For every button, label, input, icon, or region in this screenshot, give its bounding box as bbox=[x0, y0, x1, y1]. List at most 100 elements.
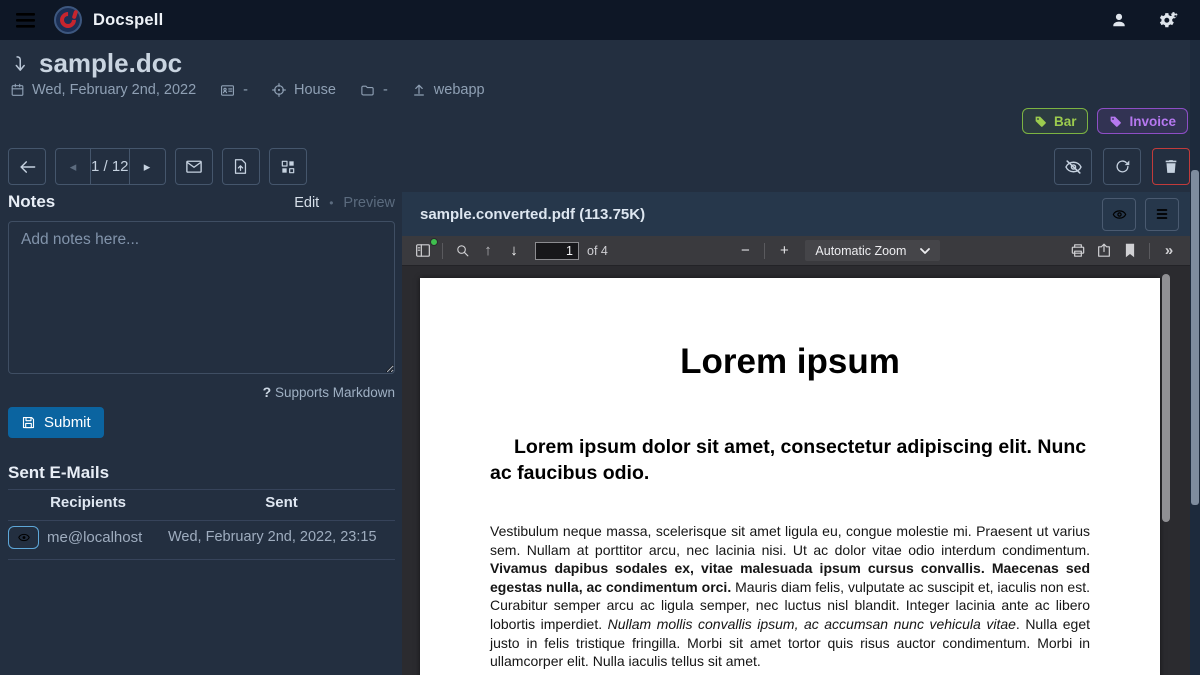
pdf-page: Lorem ipsum Lorem ipsum dolor sit amet, … bbox=[420, 278, 1160, 675]
folder-value: - bbox=[383, 82, 388, 98]
grid-button[interactable] bbox=[269, 148, 307, 185]
pdf-document-paragraph: Vestibulum neque massa, scelerisque sit … bbox=[490, 522, 1090, 671]
trash-icon bbox=[1163, 158, 1179, 175]
eye-slash-icon bbox=[1064, 159, 1083, 175]
pdf-scrollbar-thumb[interactable] bbox=[1162, 274, 1170, 522]
save-icon bbox=[21, 415, 36, 430]
tag-label: Bar bbox=[1054, 114, 1077, 129]
item-position-label: 1 / 12 bbox=[91, 148, 130, 185]
tag-label: Invoice bbox=[1129, 114, 1176, 129]
docspell-logo[interactable] bbox=[54, 6, 82, 34]
attachment-menu-button[interactable] bbox=[1145, 198, 1179, 231]
menu-lines-icon bbox=[1155, 208, 1169, 220]
pdf-next-page-button[interactable]: ↓ bbox=[501, 239, 527, 263]
source-value: webapp bbox=[434, 82, 485, 98]
top-navbar: Docspell bbox=[0, 0, 1200, 40]
user-icon[interactable] bbox=[1106, 7, 1132, 33]
attachment-header: sample.converted.pdf (113.75K) bbox=[402, 192, 1190, 236]
sidebar-notification-dot bbox=[430, 238, 438, 246]
zoom-out-button[interactable]: − bbox=[732, 239, 758, 263]
eye-icon bbox=[17, 532, 31, 543]
pdf-more-tools-button[interactable]: » bbox=[1156, 239, 1182, 263]
correspondent-icon bbox=[219, 83, 236, 98]
mail-recipient: me@localhost bbox=[47, 529, 168, 546]
prev-item-button[interactable]: ◂ bbox=[55, 148, 91, 185]
pdf-bookmark-button[interactable] bbox=[1117, 239, 1143, 263]
notes-heading: Notes bbox=[8, 192, 55, 212]
file-upload-icon bbox=[233, 158, 248, 175]
gears-icon[interactable] bbox=[1156, 7, 1182, 33]
refresh-icon bbox=[1114, 158, 1131, 175]
pdf-viewer: Lorem ipsum Lorem ipsum dolor sit amet, … bbox=[402, 266, 1190, 675]
attachment-panel: sample.converted.pdf (113.75K) ↑ ↓ bbox=[402, 192, 1190, 675]
pdf-save-button[interactable] bbox=[1091, 239, 1117, 263]
page-scrollbar-thumb[interactable] bbox=[1191, 170, 1199, 505]
toolbar-separator bbox=[764, 243, 765, 259]
pdf-search-button[interactable] bbox=[449, 239, 475, 263]
pdf-page-count: of 4 bbox=[587, 244, 608, 258]
delete-button[interactable] bbox=[1152, 148, 1190, 185]
markdown-hint-link[interactable]: ? Supports Markdown bbox=[8, 384, 395, 400]
notes-link-separator: • bbox=[329, 196, 333, 210]
view-mail-button[interactable] bbox=[8, 526, 39, 549]
item-pagination: ◂ 1 / 12 ▸ bbox=[55, 148, 166, 185]
zoom-level-select[interactable]: Automatic Zoom bbox=[805, 240, 940, 261]
source-icon bbox=[411, 82, 427, 98]
file-download-icon bbox=[10, 53, 30, 75]
pdf-prev-page-button[interactable]: ↑ bbox=[475, 239, 501, 263]
pdf-page-input[interactable] bbox=[535, 242, 579, 260]
add-files-button[interactable] bbox=[222, 148, 260, 185]
sidebar-panel-icon bbox=[415, 243, 431, 258]
notes-and-mails-panel: Notes Edit • Preview ? Supports Markdown… bbox=[8, 192, 395, 560]
page-title: sample.doc bbox=[39, 48, 182, 79]
submit-notes-button[interactable]: Submit bbox=[8, 407, 104, 438]
mail-sent-date: Wed, February 2nd, 2022, 23:15 bbox=[168, 529, 395, 545]
concerning-value: House bbox=[294, 82, 336, 98]
mail-icon bbox=[185, 159, 203, 174]
sent-mails-header-row: Recipients Sent bbox=[8, 490, 395, 514]
back-button[interactable] bbox=[8, 148, 46, 185]
sent-mail-row: me@localhost Wed, February 2nd, 2022, 23… bbox=[8, 521, 395, 553]
toolbar-separator bbox=[442, 243, 443, 259]
notes-preview-link[interactable]: Preview bbox=[343, 195, 395, 211]
reload-button[interactable] bbox=[1103, 148, 1141, 185]
menu-icon[interactable] bbox=[11, 6, 39, 34]
correspondent-value: - bbox=[243, 82, 248, 98]
tag-invoice[interactable]: Invoice bbox=[1097, 108, 1188, 134]
tag-bar[interactable]: Bar bbox=[1022, 108, 1089, 134]
search-icon bbox=[455, 243, 470, 258]
chevron-down-icon bbox=[920, 248, 930, 254]
help-icon: ? bbox=[263, 384, 272, 400]
calendar-icon bbox=[10, 82, 25, 98]
notes-input[interactable] bbox=[8, 221, 395, 374]
item-toolbar: ◂ 1 / 12 ▸ bbox=[8, 148, 1190, 185]
unconfirm-button[interactable] bbox=[1054, 148, 1092, 185]
column-sent: Sent bbox=[168, 494, 395, 511]
attachment-view-button[interactable] bbox=[1102, 198, 1136, 231]
item-date: Wed, February 2nd, 2022 bbox=[32, 82, 196, 98]
toolbar-separator bbox=[1149, 243, 1150, 259]
next-item-button[interactable]: ▸ bbox=[130, 148, 166, 185]
eye-icon bbox=[1111, 208, 1128, 221]
bookmark-icon bbox=[1124, 243, 1136, 258]
tag-icon bbox=[1109, 115, 1122, 128]
brand-title[interactable]: Docspell bbox=[93, 11, 163, 30]
attachment-filename: sample.converted.pdf (113.75K) bbox=[420, 206, 645, 223]
sidebar-toggle-button[interactable] bbox=[410, 239, 436, 263]
print-icon bbox=[1070, 243, 1086, 258]
folder-icon bbox=[359, 83, 376, 98]
docspell-app: Docspell sample.doc Wed, February 2nd, 2 bbox=[0, 0, 1200, 675]
pdf-document-title: Lorem ipsum bbox=[420, 342, 1160, 382]
qr-grid-icon bbox=[280, 159, 296, 175]
pdfjs-toolbar: ↑ ↓ of 4 − + Automatic Zoom » bbox=[402, 236, 1190, 266]
send-mail-button[interactable] bbox=[175, 148, 213, 185]
document-title-row: sample.doc bbox=[10, 48, 182, 79]
tag-list: Bar Invoice bbox=[1022, 108, 1188, 134]
column-recipients: Recipients bbox=[8, 494, 168, 511]
zoom-in-button[interactable]: + bbox=[771, 239, 797, 263]
pdf-print-button[interactable] bbox=[1065, 239, 1091, 263]
notes-edit-link[interactable]: Edit bbox=[294, 195, 319, 211]
divider bbox=[8, 559, 395, 560]
sent-mails-heading: Sent E-Mails bbox=[8, 463, 395, 483]
pdf-document-heading: Lorem ipsum dolor sit amet, consectetur … bbox=[490, 434, 1090, 486]
